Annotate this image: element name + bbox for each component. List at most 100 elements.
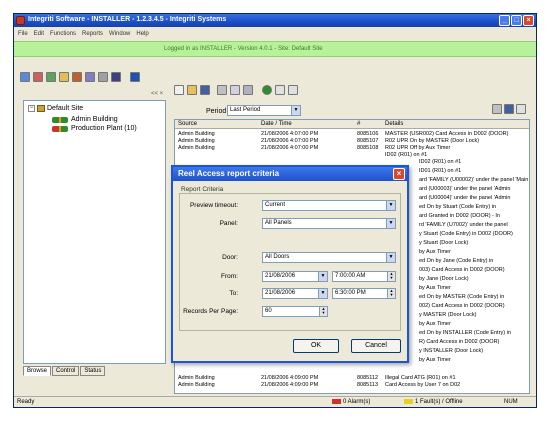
menu-help[interactable]: Help bbox=[136, 31, 148, 37]
collapse-icon[interactable]: − bbox=[28, 105, 35, 112]
menu-file[interactable]: File bbox=[18, 31, 28, 37]
spinner-icon[interactable]: ▲ ▼ bbox=[387, 289, 395, 298]
table-row-details[interactable]: y Stuart (Door Lock) bbox=[419, 240, 529, 247]
chevron-down-icon[interactable]: ▼ bbox=[386, 219, 395, 228]
report-icon[interactable] bbox=[98, 72, 108, 82]
table-row-details[interactable]: rd 'FAMILY (U7002)' under the panel bbox=[419, 222, 529, 229]
print-icon[interactable] bbox=[516, 104, 526, 114]
list-icon[interactable] bbox=[275, 85, 285, 95]
column-header-number[interactable]: # bbox=[357, 121, 360, 127]
table-row-details[interactable]: ard (U00004)' under the panel 'Admin bbox=[419, 195, 529, 202]
period-select[interactable]: Last Period ▼ bbox=[227, 105, 301, 116]
close-button[interactable]: × bbox=[523, 15, 534, 26]
tab-control[interactable]: Control bbox=[52, 366, 80, 376]
save-icon[interactable] bbox=[200, 85, 210, 95]
to-date-picker[interactable]: 21/08/2006 ▼ bbox=[262, 288, 328, 299]
menu-edit[interactable]: Edit bbox=[34, 31, 44, 37]
table-row-details[interactable]: ard Granted in D002 (DOOR) - In bbox=[419, 213, 529, 220]
table-row[interactable]: Admin Building 21/08/2006 4:07:00 PM 808… bbox=[175, 131, 529, 138]
preview-select[interactable]: Current ▼ bbox=[262, 200, 396, 211]
filter-icon[interactable] bbox=[243, 85, 253, 95]
table-row-details[interactable]: 002) Card Access in D002 (DOOR) bbox=[419, 303, 529, 310]
spinner-icon[interactable]: ▲ ▼ bbox=[387, 272, 395, 281]
dialog-close-button[interactable]: × bbox=[393, 168, 405, 180]
key-icon[interactable] bbox=[59, 72, 69, 82]
table-row-details[interactable]: y INSTALLER (Door Lock) bbox=[419, 348, 529, 355]
table-row-details[interactable]: ID01 (R01) on #1 bbox=[419, 168, 529, 175]
table-row-details[interactable]: y MASTER (Door Lock) bbox=[419, 312, 529, 319]
table-row[interactable]: Admin Building 21/08/2006 4:09:00 PM 808… bbox=[175, 375, 529, 382]
connect-icon[interactable] bbox=[20, 72, 30, 82]
table-row-details[interactable]: by Aux Timer bbox=[419, 321, 529, 328]
users-icon[interactable] bbox=[46, 72, 56, 82]
table-row-details[interactable]: 003) Card Access in D002 (DOOR) bbox=[419, 267, 529, 274]
menu-functions[interactable]: Functions bbox=[50, 31, 76, 37]
chevron-down-icon[interactable]: ▼ bbox=[318, 289, 327, 298]
event-toolbar bbox=[174, 85, 298, 95]
to-time-input[interactable]: 6:30:00 PM ▲ ▼ bbox=[332, 288, 396, 299]
status-bar: Ready 0 Alarm(s) 1 Fault(s) / Offline NU… bbox=[14, 396, 536, 407]
table-row-details[interactable]: y Stuart (Code Entry) in D002 (DOOR) bbox=[419, 231, 529, 238]
table-row-details[interactable]: ard 'FAMILY (U00002)' under the panel 'M… bbox=[419, 177, 529, 184]
title-bar[interactable]: Integriti Software - INSTALLER - 1.2.3.4… bbox=[14, 14, 536, 27]
column-header-datetime[interactable]: Date / Time bbox=[261, 121, 292, 127]
dialog-title-bar[interactable]: Reel Access report criteria × bbox=[173, 167, 407, 181]
table-row-details[interactable]: by Aux Timer bbox=[419, 285, 529, 292]
print-icon[interactable] bbox=[217, 85, 227, 95]
to-date-value: 21/08/2006 bbox=[265, 290, 296, 296]
preview-icon[interactable] bbox=[230, 85, 240, 95]
table-row-details[interactable]: R) Card Access in D002 (DOOR) bbox=[419, 339, 529, 346]
ok-button[interactable]: OK bbox=[293, 339, 339, 353]
pane-collapse-control[interactable]: << × bbox=[151, 91, 163, 97]
chevron-down-icon[interactable]: ▼ bbox=[291, 106, 300, 115]
tree-root-site[interactable]: − Default Site bbox=[28, 105, 83, 112]
chevron-down-icon[interactable]: ▼ bbox=[318, 272, 327, 281]
tree-item-admin-building[interactable]: Admin Building bbox=[52, 116, 118, 123]
table-row-details[interactable]: ed On by INSTALLER (Code Entry) in bbox=[419, 330, 529, 337]
tab-browse[interactable]: Browse bbox=[23, 366, 52, 376]
table-row-details[interactable]: by Aux Timer bbox=[419, 249, 529, 256]
door-select[interactable]: All Doors ▼ bbox=[262, 252, 396, 263]
table-row[interactable]: ID02 (R01) on #1 bbox=[175, 152, 529, 159]
column-header-source[interactable]: Source bbox=[178, 121, 197, 127]
go-icon[interactable] bbox=[262, 85, 272, 95]
edit-icon[interactable] bbox=[33, 72, 43, 82]
grid-icon[interactable] bbox=[288, 85, 298, 95]
cell-source: Admin Building bbox=[178, 375, 215, 381]
table-row[interactable]: Admin Building 21/08/2006 4:07:00 PM 808… bbox=[175, 138, 529, 145]
tree-item-production-plant[interactable]: Production Plant (10) bbox=[52, 125, 137, 132]
table-row[interactable]: Admin Building 21/08/2006 4:09:00 PM 808… bbox=[175, 382, 529, 389]
table-row-details[interactable]: ed On by Jane (Code Entry) in bbox=[419, 258, 529, 265]
table-row-details[interactable]: by Jane (Door Lock) bbox=[419, 276, 529, 283]
table-row-details[interactable]: ed On by Stuart (Code Entry) in bbox=[419, 204, 529, 211]
new-icon[interactable] bbox=[174, 85, 184, 95]
chevron-down-icon[interactable]: ▼ bbox=[386, 201, 395, 210]
table-row-details[interactable]: by Aux Timer bbox=[419, 357, 529, 364]
settings-icon[interactable] bbox=[111, 72, 121, 82]
period-label: Period bbox=[206, 108, 227, 115]
maximize-button[interactable]: □ bbox=[511, 15, 522, 26]
from-time-input[interactable]: 7:00:00 AM ▲ ▼ bbox=[332, 271, 396, 282]
save-icon[interactable] bbox=[504, 104, 514, 114]
table-row-details[interactable]: ard (U00003)' under the panel 'Admin bbox=[419, 186, 529, 193]
column-header-details[interactable]: Details bbox=[385, 121, 403, 127]
tab-status[interactable]: Status bbox=[80, 366, 106, 376]
table-row-details[interactable]: ed On by MASTER (Code Entry) in bbox=[419, 294, 529, 301]
from-date-picker[interactable]: 21/08/2006 ▼ bbox=[262, 271, 328, 282]
chevron-down-icon[interactable]: ▼ bbox=[386, 253, 395, 262]
help-icon[interactable] bbox=[130, 72, 140, 82]
table-row[interactable]: Admin Building 21/08/2006 4:07:00 PM 808… bbox=[175, 145, 529, 152]
menu-reports[interactable]: Reports bbox=[82, 31, 103, 37]
door-icon[interactable] bbox=[85, 72, 95, 82]
minimize-button[interactable]: _ bbox=[499, 15, 510, 26]
export-icon[interactable] bbox=[492, 104, 502, 114]
menu-window[interactable]: Window bbox=[109, 31, 130, 37]
preview-value: Current bbox=[265, 202, 286, 208]
lock-icon[interactable] bbox=[72, 72, 82, 82]
table-row-details[interactable]: ID02 (R01) on #1 bbox=[419, 159, 529, 166]
open-icon[interactable] bbox=[187, 85, 197, 95]
records-stepper[interactable]: 60 ▲ ▼ bbox=[262, 306, 328, 317]
panel-select[interactable]: All Panels ▼ bbox=[262, 218, 396, 229]
cancel-button[interactable]: Cancel bbox=[351, 339, 401, 353]
spinner-icon[interactable]: ▲ ▼ bbox=[319, 307, 327, 316]
